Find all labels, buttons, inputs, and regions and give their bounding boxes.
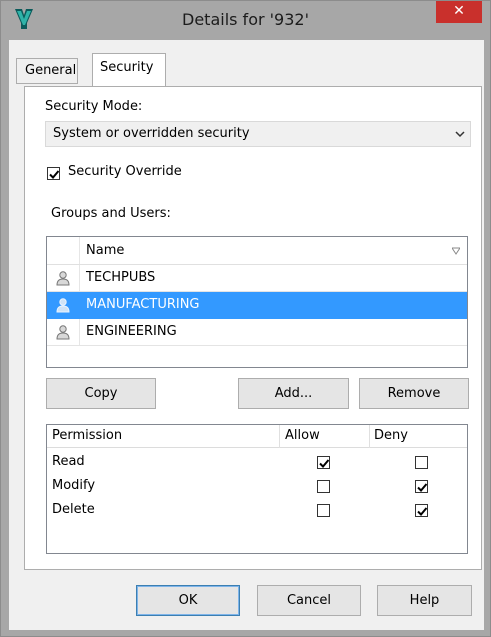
- list-item-icon-cell: [47, 292, 80, 318]
- permissions-header: Permission Allow Deny: [47, 425, 467, 448]
- permission-row-delete: Delete: [47, 498, 467, 522]
- chevron-down-icon: [455, 131, 465, 138]
- list-item[interactable]: TECHPUBS: [47, 265, 467, 292]
- column-divider: [369, 425, 370, 448]
- checkmark-icon: [417, 483, 428, 492]
- security-override-checkbox[interactable]: [47, 167, 60, 180]
- security-override-label: Security Override: [68, 164, 182, 179]
- security-mode-label: Security Mode:: [45, 99, 143, 114]
- security-mode-select[interactable]: System or overridden security: [45, 121, 471, 147]
- permission-row-read: Read: [47, 450, 467, 474]
- deny-checkbox-delete[interactable]: [415, 504, 428, 517]
- list-header-icon-column: [47, 237, 80, 264]
- close-button[interactable]: ✕: [436, 1, 482, 23]
- permission-name: Read: [52, 454, 85, 469]
- list-header: Name: [47, 237, 467, 265]
- help-button[interactable]: Help: [377, 585, 472, 616]
- permission-row-modify: Modify: [47, 474, 467, 498]
- list-item-icon-cell: [47, 319, 80, 345]
- user-icon: [56, 298, 70, 313]
- allow-column-header: Allow: [285, 428, 320, 443]
- list-item-name: MANUFACTURING: [86, 297, 200, 312]
- tab-security[interactable]: Security: [92, 53, 166, 86]
- allow-checkbox-modify[interactable]: [317, 480, 330, 493]
- permission-name: Modify: [52, 478, 96, 493]
- user-icon: [56, 325, 70, 340]
- remove-button[interactable]: Remove: [359, 378, 469, 409]
- permission-name: Delete: [52, 502, 95, 517]
- copy-button[interactable]: Copy: [46, 378, 156, 409]
- permission-column-header: Permission: [52, 428, 123, 443]
- groups-users-list[interactable]: Name TECHPUBS MANUFACTURING ENGINEERING: [46, 236, 468, 368]
- list-item-name: ENGINEERING: [86, 324, 177, 339]
- user-icon: [56, 271, 70, 286]
- window-title: Details for '932': [182, 10, 309, 29]
- title-bar[interactable]: Details for '932' ✕: [1, 1, 490, 41]
- security-mode-value: System or overridden security: [53, 126, 250, 141]
- checkmark-icon: [319, 459, 330, 468]
- list-item[interactable]: ENGINEERING: [47, 319, 467, 346]
- deny-checkbox-modify[interactable]: [415, 480, 428, 493]
- deny-checkbox-read[interactable]: [415, 456, 428, 469]
- list-item-selected[interactable]: MANUFACTURING: [47, 292, 467, 319]
- column-divider: [279, 425, 280, 448]
- permissions-table: Permission Allow Deny Read Modify Delete: [46, 424, 468, 554]
- ok-button[interactable]: OK: [136, 585, 240, 616]
- deny-column-header: Deny: [374, 428, 408, 443]
- groups-users-label: Groups and Users:: [51, 206, 171, 221]
- allow-checkbox-delete[interactable]: [317, 504, 330, 517]
- allow-checkbox-read[interactable]: [317, 456, 330, 469]
- checkmark-icon: [417, 507, 428, 516]
- list-header-name[interactable]: Name: [86, 237, 124, 264]
- list-item-icon-cell: [47, 265, 80, 291]
- tab-general[interactable]: General: [16, 58, 78, 84]
- list-item-name: TECHPUBS: [86, 270, 156, 285]
- cancel-button[interactable]: Cancel: [257, 585, 361, 616]
- checkmark-icon: [49, 170, 60, 179]
- sort-icon[interactable]: [452, 247, 460, 255]
- add-button[interactable]: Add...: [238, 378, 349, 409]
